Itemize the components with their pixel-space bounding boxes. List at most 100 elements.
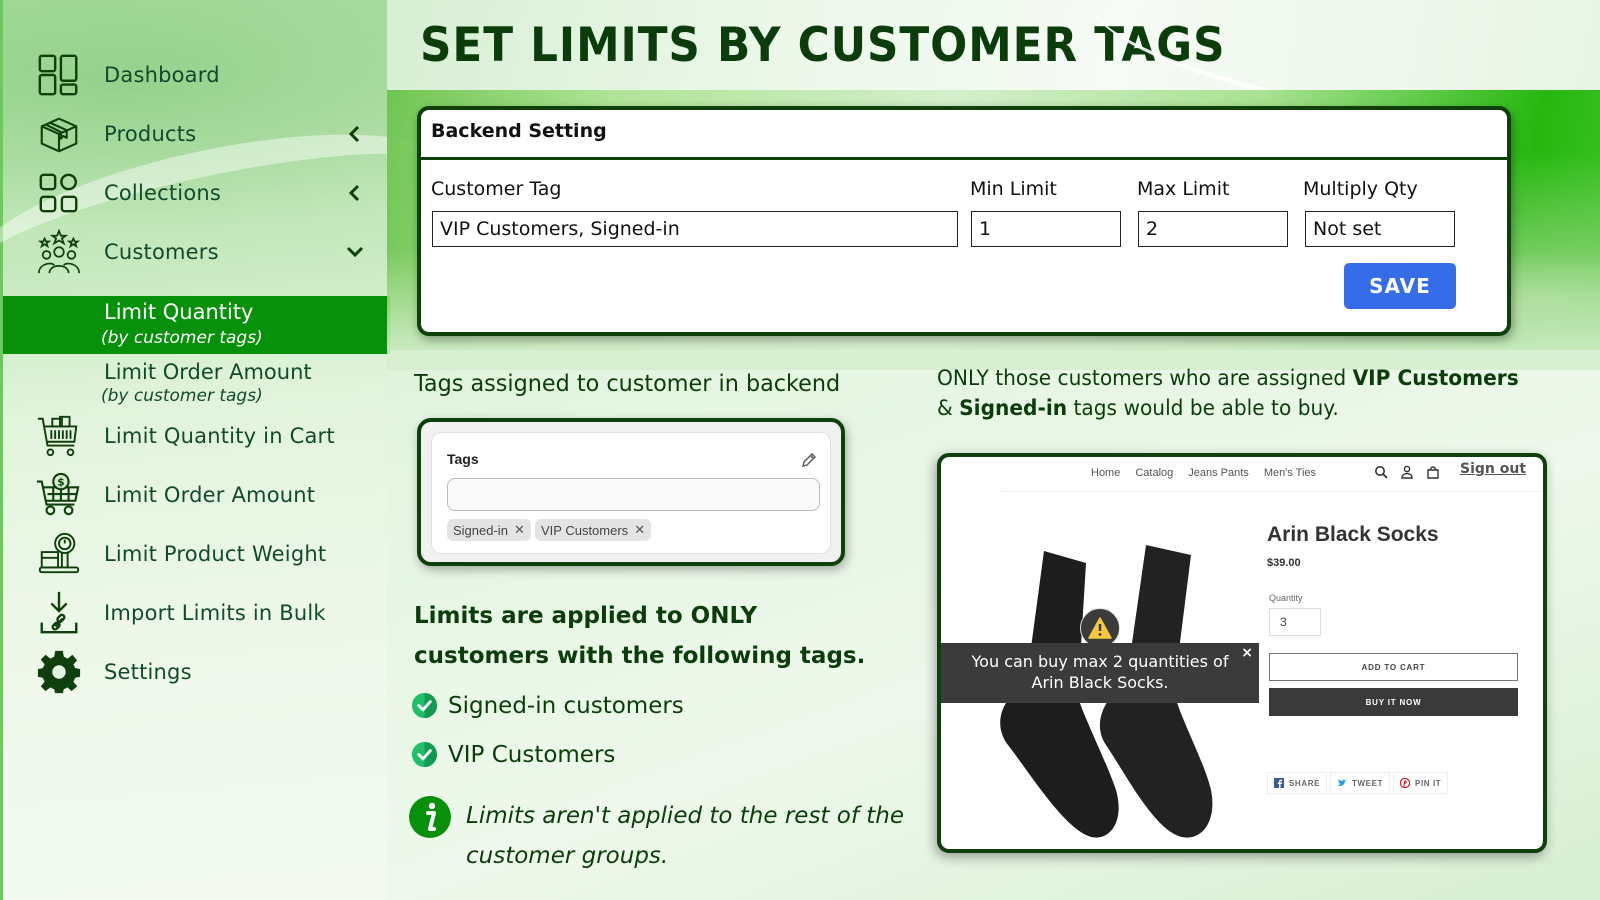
quantity-input[interactable] [1269, 608, 1321, 636]
limit-warning-toast: × You can buy max 2 quantities of Arin B… [941, 643, 1259, 703]
tags-title: Tags [447, 451, 479, 467]
sidebar-item-import-limits-bulk[interactable]: Import Limits in Bulk [3, 585, 390, 641]
share-twitter-label: TWEET [1352, 778, 1384, 788]
multiply-qty-label: Multiply Qty [1303, 178, 1418, 200]
sidebar-item-label: Limit Product Weight [104, 542, 327, 566]
only-note-tag1: VIP Customers [1352, 366, 1519, 390]
only-note-tag2: Signed-in [959, 396, 1068, 420]
tag-chip-label: Signed-in [453, 522, 508, 538]
limit-tag-label: VIP Customers [448, 741, 616, 768]
min-limit-input[interactable] [971, 211, 1121, 247]
pencil-icon[interactable] [800, 451, 818, 469]
sidebar-subitem-label: Limit Order Amount [104, 360, 312, 384]
toast-line-1: You can buy max 2 quantities of [971, 652, 1229, 671]
backend-setting-title: Backend Setting [421, 110, 1507, 160]
gear-icon [35, 648, 83, 696]
sidebar-item-label: Dashboard [104, 63, 220, 87]
limit-tag-item: Signed-in customers [411, 692, 684, 719]
sidebar-subitem-limit-quantity-tags[interactable]: Limit Quantity (by customer tags) [3, 296, 390, 354]
share-pinterest-label: PIN IT [1415, 778, 1442, 788]
backend-setting-card: Backend Setting Customer Tag Min Limit M… [417, 106, 1511, 336]
product-price: $39.00 [1267, 557, 1301, 569]
warning-icon [1080, 608, 1120, 648]
customers-icon [35, 228, 83, 276]
sidebar-subitem-label: Limit Quantity [104, 300, 254, 324]
sidebar-item-collections[interactable]: Collections [3, 165, 390, 221]
sidebar-item-label: Customers [104, 240, 219, 264]
only-note-suffix: tags would be able to buy. [1067, 396, 1339, 420]
sidebar: Dashboard Products Collections Customers… [0, 0, 390, 900]
chevron-left-icon[interactable] [345, 183, 365, 203]
only-note-mid: & [937, 396, 960, 420]
store-nav-catalog[interactable]: Catalog [1135, 467, 1173, 479]
tag-chip: Signed-in ✕ [447, 519, 531, 541]
search-icon[interactable] [1374, 465, 1388, 479]
account-icon[interactable] [1400, 465, 1414, 479]
sidebar-item-customers[interactable]: Customers [3, 224, 390, 280]
multiply-qty-input[interactable] [1305, 211, 1455, 247]
sidebar-item-limit-order-amount[interactable]: $ Limit Order Amount [3, 467, 390, 523]
sidebar-item-label: Settings [104, 660, 192, 684]
customer-tag-label: Customer Tag [431, 178, 562, 200]
import-icon [35, 589, 83, 637]
remove-tag-icon[interactable]: ✕ [634, 522, 645, 538]
max-limit-label: Max Limit [1137, 178, 1230, 200]
quantity-label: Quantity [1269, 593, 1303, 603]
save-button[interactable]: SAVE [1344, 263, 1456, 309]
share-twitter-button[interactable]: TWEET [1330, 772, 1391, 794]
product-title: Arin Black Socks [1267, 523, 1439, 546]
limit-tag-item: VIP Customers [411, 741, 615, 768]
max-limit-input[interactable] [1138, 211, 1288, 247]
sidebar-item-settings[interactable]: Settings [3, 644, 390, 700]
chevron-left-icon[interactable] [345, 124, 365, 144]
check-circle-icon [411, 741, 438, 768]
sidebar-item-limit-product-weight[interactable]: Limit Product Weight [3, 526, 390, 582]
cart-dollar-icon: $ [35, 471, 83, 519]
sidebar-item-label: Limit Quantity in Cart [104, 424, 335, 448]
limits-heading: Limits are applied to ONLY customers wit… [414, 603, 866, 669]
close-icon[interactable]: × [1241, 643, 1253, 664]
limits-note-text: Limits aren't applied to the rest of the… [466, 803, 904, 869]
buy-it-now-button[interactable]: BUY IT NOW [1269, 688, 1518, 716]
tag-chip-label: VIP Customers [541, 522, 629, 538]
svg-text:$: $ [57, 476, 64, 488]
sign-out-link[interactable]: Sign out [1460, 461, 1526, 477]
tags-caption: Tags assigned to customer in backend [414, 371, 841, 397]
sidebar-subitem-limit-order-amount-tags[interactable]: Limit Order Amount (by customer tags) [3, 356, 390, 412]
only-note-prefix: ONLY those customers who are assigned [937, 366, 1353, 390]
chevron-down-icon[interactable] [345, 242, 365, 262]
tags-panel: Tags Signed-in ✕ VIP Customers ✕ [417, 418, 845, 566]
store-nav: Home Catalog Jeans Pants Men's Ties [1091, 467, 1316, 479]
storefront-preview: Home Catalog Jeans Pants Men's Ties Sign… [937, 453, 1547, 853]
sidebar-item-products[interactable]: Products [3, 106, 390, 162]
min-limit-label: Min Limit [970, 178, 1057, 200]
info-icon [409, 796, 451, 838]
store-nav-jeans-pants[interactable]: Jeans Pants [1188, 467, 1249, 479]
sidebar-item-label: Collections [104, 181, 222, 205]
only-customers-note: ONLY those customers who are assigned VI… [937, 363, 1571, 423]
tag-chip: VIP Customers ✕ [535, 519, 652, 541]
limit-tag-label: Signed-in customers [448, 692, 684, 719]
tags-input[interactable] [447, 478, 820, 511]
page-header: SET LIMITS BY CUSTOMER TAGS [387, 0, 1600, 90]
store-nav-mens-ties[interactable]: Men's Ties [1264, 467, 1316, 479]
sidebar-item-limit-quantity-cart[interactable]: Limit Quantity in Cart [3, 408, 390, 464]
sidebar-subitem-sublabel: (by customer tags) [101, 328, 263, 348]
share-pinterest-button[interactable]: PIN IT [1393, 772, 1449, 794]
check-circle-icon [411, 692, 438, 719]
remove-tag-icon[interactable]: ✕ [514, 522, 525, 538]
facebook-icon [1274, 778, 1284, 788]
twitter-icon [1338, 779, 1347, 786]
sidebar-item-label: Products [104, 122, 197, 146]
weight-scale-icon [35, 530, 83, 578]
share-buttons: SHARE TWEET PIN IT [1267, 772, 1449, 794]
cart-icon [35, 412, 83, 460]
share-facebook-button[interactable]: SHARE [1267, 772, 1328, 794]
cart-bag-icon[interactable] [1426, 465, 1440, 479]
add-to-cart-button[interactable]: ADD TO CART [1269, 653, 1518, 681]
customer-tag-input[interactable] [432, 211, 958, 247]
sidebar-item-dashboard[interactable]: Dashboard [3, 47, 390, 103]
toast-line-2: Arin Black Socks. [1031, 673, 1169, 692]
store-nav-home[interactable]: Home [1091, 467, 1120, 479]
page-title: SET LIMITS BY CUSTOMER TAGS [420, 18, 1226, 73]
